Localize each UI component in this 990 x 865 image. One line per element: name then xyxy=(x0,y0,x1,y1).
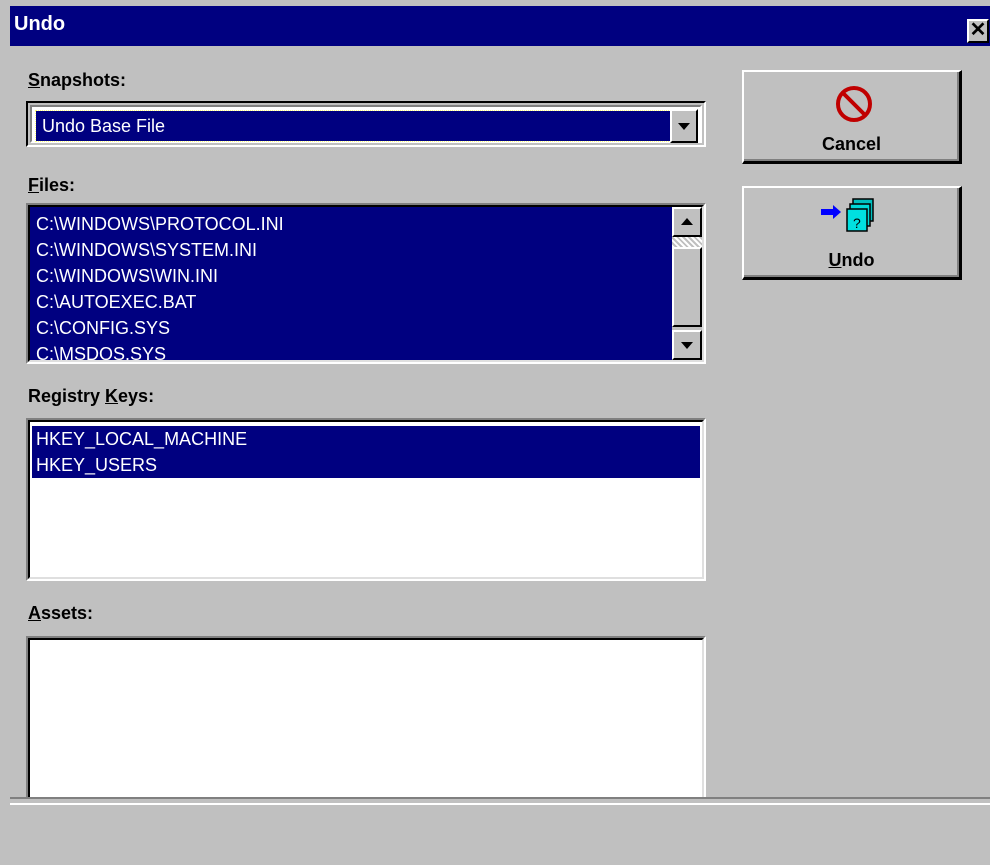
undo-files-icon: ? xyxy=(821,198,874,232)
close-button[interactable]: ✕ xyxy=(967,19,989,43)
status-panel xyxy=(10,803,990,865)
list-item[interactable]: HKEY_LOCAL_MACHINE xyxy=(32,426,700,452)
svg-text:?: ? xyxy=(853,215,861,231)
cancel-button-label: Cancel xyxy=(821,134,882,154)
title-bar[interactable]: Undo ✕ xyxy=(10,6,990,46)
snapshots-combo-frame: Undo Base File xyxy=(26,101,706,147)
window-title: Undo xyxy=(14,13,66,35)
scroll-down-button[interactable] xyxy=(672,330,702,360)
snapshots-label: Snapshots: xyxy=(28,70,127,90)
files-scrollbar[interactable] xyxy=(672,207,702,360)
files-listbox[interactable]: C:\WINDOWS\PROTOCOL.INI C:\WINDOWS\SYSTE… xyxy=(26,203,706,364)
list-item[interactable]: C:\CONFIG.SYS xyxy=(32,315,672,341)
assets-listbox[interactable] xyxy=(26,636,706,806)
undo-button-label: Undo xyxy=(828,250,875,270)
snapshots-combo[interactable]: Undo Base File xyxy=(30,105,702,143)
scroll-up-button[interactable] xyxy=(672,207,702,237)
assets-label: Assets: xyxy=(28,603,94,623)
chevron-down-icon xyxy=(681,342,693,349)
list-item[interactable]: C:\WINDOWS\SYSTEM.INI xyxy=(32,237,672,263)
chevron-up-icon xyxy=(681,218,693,225)
no-symbol-icon xyxy=(836,86,872,122)
snapshots-dropdown-button[interactable] xyxy=(670,109,698,143)
scroll-track[interactable] xyxy=(672,237,702,247)
list-item[interactable]: C:\AUTOEXEC.BAT xyxy=(32,289,672,315)
cancel-button[interactable]: Cancel xyxy=(742,70,962,164)
snapshots-selected-value[interactable]: Undo Base File xyxy=(35,110,673,142)
status-bar xyxy=(10,797,990,865)
list-item[interactable]: C:\MSDOS.SYS xyxy=(32,341,672,364)
files-label: Files: xyxy=(28,175,76,195)
list-item[interactable]: C:\WINDOWS\WIN.INI xyxy=(32,263,672,289)
registry-keys-label: Registry Keys: xyxy=(28,386,155,406)
registry-keys-listbox[interactable]: HKEY_LOCAL_MACHINE HKEY_USERS xyxy=(26,418,706,581)
list-item[interactable]: HKEY_USERS xyxy=(32,452,700,478)
list-item[interactable]: C:\WINDOWS\PROTOCOL.INI xyxy=(32,211,672,237)
scroll-thumb[interactable] xyxy=(672,247,702,327)
undo-button[interactable]: ? Undo xyxy=(742,186,962,280)
close-icon: ✕ xyxy=(969,19,987,41)
chevron-down-icon xyxy=(678,123,690,130)
